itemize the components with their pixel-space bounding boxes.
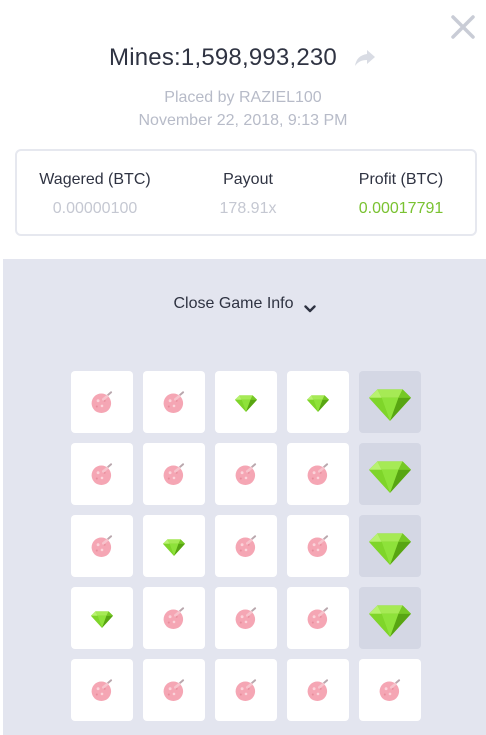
placed-by: Placed by RAZIEL100 [164,89,322,106]
gem-icon [307,391,329,413]
chevron-down-icon [303,300,316,313]
mine-icon [305,605,331,631]
board-tile[interactable] [143,515,205,577]
board-tile[interactable] [215,659,277,721]
mine-icon [233,461,259,487]
mine-icon [305,461,331,487]
board-tile[interactable] [287,659,349,721]
board-tile[interactable] [71,587,133,649]
close-game-info-button[interactable]: Close Game Info [3,295,486,313]
board-tile[interactable] [71,371,133,433]
mines-board [71,371,421,721]
mine-icon [89,461,115,487]
payout-label: Payout [223,171,273,188]
bet-date: November 22, 2018, 9:13 PM [138,112,348,129]
gem-icon [369,597,411,639]
board-tile[interactable] [287,587,349,649]
gem-icon [369,525,411,567]
board-tile[interactable] [359,371,421,433]
board-tile[interactable] [359,659,421,721]
board-tile[interactable] [359,443,421,505]
mine-icon [305,533,331,559]
board-tile[interactable] [143,371,205,433]
game-title: Mines:1,598,993,230 [109,44,337,71]
board-tile[interactable] [287,515,349,577]
board-tile[interactable] [143,659,205,721]
board-tile[interactable] [143,443,205,505]
gem-icon [235,391,257,413]
board-tile[interactable] [287,443,349,505]
mine-icon [161,605,187,631]
gem-icon [91,607,113,629]
close-icon[interactable] [450,14,476,40]
payout-value: 178.91x [219,200,277,217]
gem-icon [369,381,411,423]
stats-card: Wagered (BTC) 0.00000100 Payout 178.91x … [15,149,477,236]
mine-icon [377,677,403,703]
board-tile[interactable] [287,371,349,433]
gem-icon [163,535,185,557]
board-tile[interactable] [71,659,133,721]
share-icon[interactable] [353,48,377,68]
mine-icon [233,677,259,703]
mine-icon [89,533,115,559]
profit-value: 0.00017791 [358,200,444,217]
mine-icon [305,677,331,703]
wagered-value: 0.00000100 [52,200,138,217]
board-tile[interactable] [215,515,277,577]
title-row: Mines:1,598,993,230 [0,44,486,72]
close-game-info-label: Close Game Info [173,295,294,312]
board-tile[interactable] [71,443,133,505]
board-tile[interactable] [143,587,205,649]
board-tile[interactable] [215,371,277,433]
mine-icon [89,389,115,415]
board-tile[interactable] [215,443,277,505]
game-panel: Close Game Info [3,259,486,735]
mine-icon [161,461,187,487]
mine-icon [161,389,187,415]
board-tile[interactable] [71,515,133,577]
mine-icon [161,677,187,703]
board-tile[interactable] [359,515,421,577]
mine-icon [89,677,115,703]
mine-icon [233,533,259,559]
profit-label: Profit (BTC) [358,171,444,188]
board-tile[interactable] [359,587,421,649]
gem-icon [369,453,411,495]
mine-icon [233,605,259,631]
wagered-label: Wagered (BTC) [39,171,151,188]
board-tile[interactable] [215,587,277,649]
